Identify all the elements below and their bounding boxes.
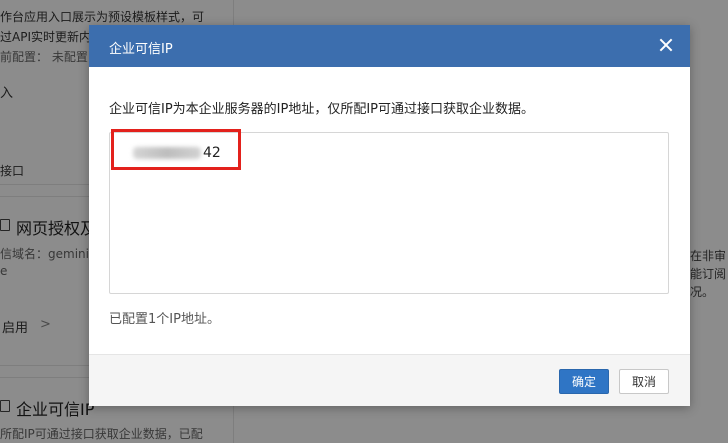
dialog-footer: 确定 取消	[89, 354, 690, 406]
configured-count-text: 已配置1个IP地址。	[109, 312, 220, 327]
cancel-button[interactable]: 取消	[619, 369, 669, 394]
trusted-ip-dialog: 企业可信IP 企业可信IP为本企业服务器的IP地址，仅所配IP可通过接口获取企业…	[89, 25, 690, 406]
dialog-title: 企业可信IP	[109, 42, 173, 57]
highlight-annotation	[111, 129, 241, 170]
dialog-description: 企业可信IP为本企业服务器的IP地址，仅所配IP可通过接口获取企业数据。	[109, 102, 535, 117]
confirm-button[interactable]: 确定	[559, 369, 609, 394]
close-icon[interactable]	[656, 35, 676, 55]
dialog-header: 企业可信IP	[89, 25, 690, 67]
